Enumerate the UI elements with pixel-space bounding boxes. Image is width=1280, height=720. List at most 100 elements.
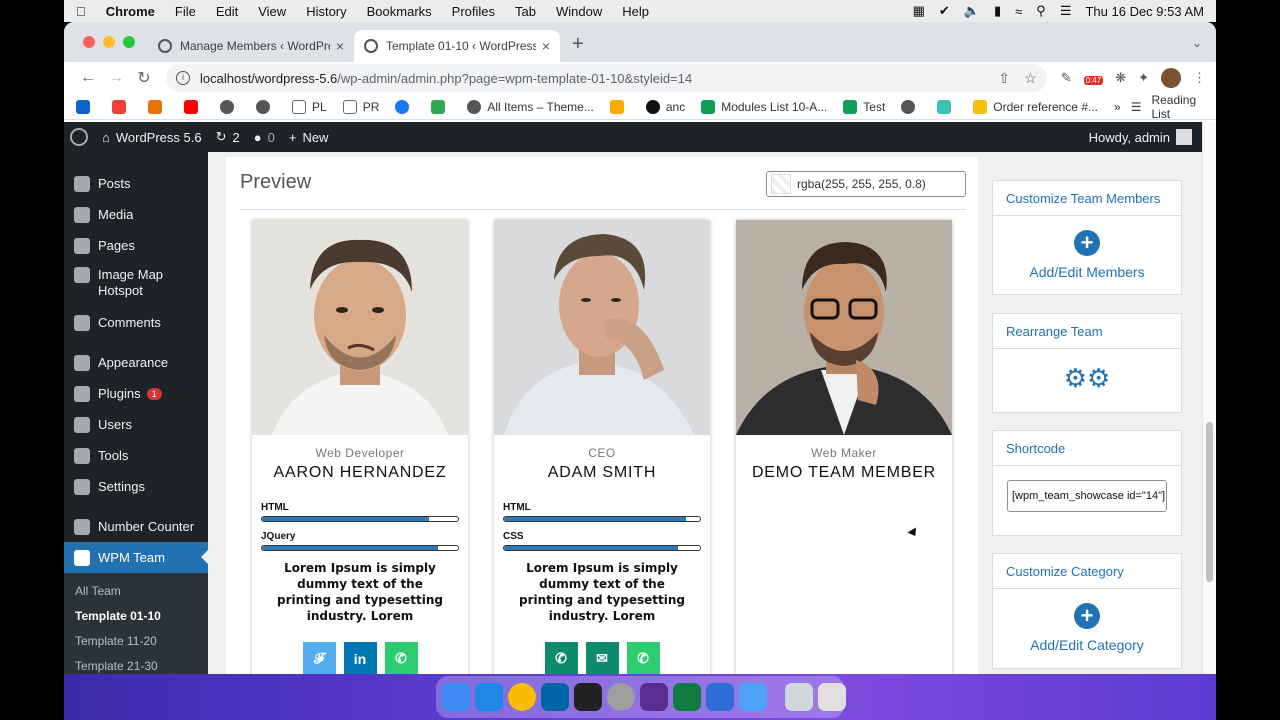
sidebar-item-pages[interactable]: Pages [64, 230, 208, 261]
add-edit-members-link[interactable]: Add/Edit Members [993, 264, 1181, 280]
bbedit-icon[interactable] [706, 683, 734, 711]
excel-icon[interactable] [673, 683, 701, 711]
bookmark-image[interactable] [431, 99, 451, 114]
menu-history[interactable]: History [306, 4, 346, 19]
my-account[interactable]: Howdy, admin [1089, 129, 1192, 145]
plus-circle-icon[interactable]: + [1074, 230, 1100, 256]
sidebar-item-plugins[interactable]: Plugins 1 [64, 378, 208, 409]
share-icon[interactable]: ⇧ [998, 70, 1010, 87]
zoom-window-button[interactable] [123, 36, 135, 48]
submenu-template-11-20[interactable]: Template 11-20 [64, 629, 208, 654]
menu-profiles[interactable]: Profiles [452, 4, 495, 19]
shortcode-field[interactable]: [wpm_team_showcase id="14"] [1007, 480, 1167, 512]
menu-tab[interactable]: Tab [515, 4, 536, 19]
extension-bug-icon[interactable]: ❋ [1115, 70, 1126, 86]
minimize-window-button[interactable] [103, 36, 115, 48]
extension-pen-icon[interactable]: ✎ [1061, 70, 1072, 86]
chrome-icon[interactable] [508, 683, 536, 711]
bookmark-star-icon[interactable]: ☆ [1024, 70, 1037, 87]
chevron-down-icon[interactable]: ⌄ [1192, 36, 1202, 50]
plus-circle-icon[interactable]: + [1074, 603, 1100, 629]
address-bar[interactable]: i localhost/wordpress-5.6/wp-admin/admin… [166, 64, 1047, 92]
new-content-link[interactable]: + New [289, 130, 329, 145]
bookmark-facebook[interactable] [395, 99, 415, 114]
new-tab-button[interactable]: + [572, 33, 584, 56]
sidebar-item-wpm-team[interactable]: WPM Team [64, 542, 208, 573]
control-center-icon[interactable]: ☰ [1060, 3, 1072, 19]
menu-edit[interactable]: Edit [216, 4, 238, 19]
email-icon[interactable]: ✉ [585, 642, 619, 674]
twitter-icon[interactable]: 𝓕 [302, 642, 336, 674]
background-color-picker[interactable]: rgba(255, 255, 255, 0.8) [766, 171, 966, 197]
more-bookmarks-icon[interactable]: » [1114, 100, 1121, 114]
submenu-template-01-10[interactable]: Template 01-10 [64, 604, 208, 629]
apple-icon[interactable]:  [76, 4, 86, 19]
add-edit-category-link[interactable]: Add/Edit Category [993, 637, 1181, 653]
bookmark-themes[interactable]: All Items – Theme... [467, 99, 594, 114]
battery-icon[interactable]: ▮ [994, 3, 1001, 19]
page-scrollbar[interactable] [1202, 122, 1216, 674]
sidebar-item-media[interactable]: Media [64, 199, 208, 230]
puzzle-icon[interactable]: ✦ [1138, 70, 1149, 86]
tab-template[interactable]: Template 01-10 ‹ WordPress 5.6 × [354, 30, 560, 62]
bookmark-globe-3[interactable] [901, 99, 921, 114]
sidebar-item-users[interactable]: Users [64, 409, 208, 440]
profile-avatar[interactable] [1161, 68, 1181, 88]
comments-link[interactable]: ● 0 [254, 130, 275, 145]
sidebar-item-settings[interactable]: Settings [64, 471, 208, 502]
volume-icon[interactable]: 🔈 [964, 3, 980, 19]
updates-link[interactable]: ↻ 2 [216, 129, 240, 145]
sidebar-item-comments[interactable]: Comments [64, 307, 208, 338]
bookmark-outlook[interactable] [76, 99, 96, 114]
scrollbar-thumb[interactable] [1206, 422, 1213, 582]
reading-list-button[interactable]: Reading List [1151, 93, 1204, 121]
menu-help[interactable]: Help [622, 4, 649, 19]
bookmark-anc[interactable]: anc [645, 99, 685, 114]
bookmark-modules[interactable]: Modules List 10-A... [701, 99, 827, 114]
submenu-template-21-30[interactable]: Template 21-30 [64, 654, 208, 674]
wordpress-logo-icon[interactable] [70, 128, 88, 146]
reload-icon[interactable]: ↻ [130, 68, 158, 88]
bookmark-gmail[interactable] [112, 99, 132, 114]
sidebar-item-appearance[interactable]: Appearance [64, 347, 208, 378]
info-icon[interactable]: i [176, 71, 190, 85]
close-window-button[interactable] [83, 36, 95, 48]
bookmark-globe-1[interactable] [220, 99, 240, 114]
color-swatch[interactable] [771, 174, 791, 194]
bookmark-pl[interactable]: PL [292, 99, 327, 114]
whatsapp-icon[interactable]: ✆ [384, 642, 418, 674]
bluetooth-icon[interactable]: ▦ [913, 3, 925, 19]
bookmark-ppa[interactable] [148, 99, 168, 114]
bookmark-analytics[interactable] [609, 99, 630, 114]
bookmark-pr[interactable]: PR [342, 99, 379, 114]
reading-list-icon[interactable]: ☰ [1131, 100, 1142, 114]
terminal-icon[interactable] [574, 683, 602, 711]
datetime[interactable]: Thu 16 Dec 9:53 AM [1085, 4, 1204, 19]
close-icon[interactable]: × [336, 38, 344, 54]
linkedin-icon[interactable]: in [343, 642, 377, 674]
finder-icon[interactable] [442, 683, 470, 711]
sidebar-item-posts[interactable]: Posts [64, 168, 208, 199]
more-menu-icon[interactable]: ⋮ [1193, 70, 1206, 86]
close-icon[interactable]: × [542, 38, 550, 54]
mail-icon[interactable] [739, 683, 767, 711]
site-name-link[interactable]: ⌂ WordPress 5.6 [102, 130, 202, 145]
tab-manage-members[interactable]: Manage Members ‹ WordPress 5.6 × [148, 30, 354, 62]
back-icon[interactable]: ← [74, 69, 102, 87]
whatsapp-icon[interactable]: ✆ [626, 642, 660, 674]
wifi-icon[interactable]: ≈ [1015, 4, 1022, 19]
bookmark-globe-2[interactable] [256, 99, 276, 114]
trash-icon[interactable] [818, 683, 846, 711]
bookmark-order[interactable]: Order reference #... [973, 99, 1098, 114]
submenu-all-team[interactable]: All Team [64, 579, 208, 604]
system-preferences-icon[interactable] [607, 683, 635, 711]
downloads-icon[interactable] [785, 683, 813, 711]
menu-chrome[interactable]: Chrome [106, 4, 155, 19]
vscode-icon[interactable] [541, 683, 569, 711]
check-icon[interactable]: ✔ [939, 3, 950, 19]
menu-view[interactable]: View [258, 4, 286, 19]
sidebar-item-number-counter[interactable]: Number Counter [64, 511, 208, 542]
gears-icon[interactable]: ⚙⚙ [1064, 363, 1111, 393]
github-desktop-icon[interactable] [640, 683, 668, 711]
sidebar-item-image-map-hotspot[interactable]: Image Map Hotspot [64, 261, 208, 307]
